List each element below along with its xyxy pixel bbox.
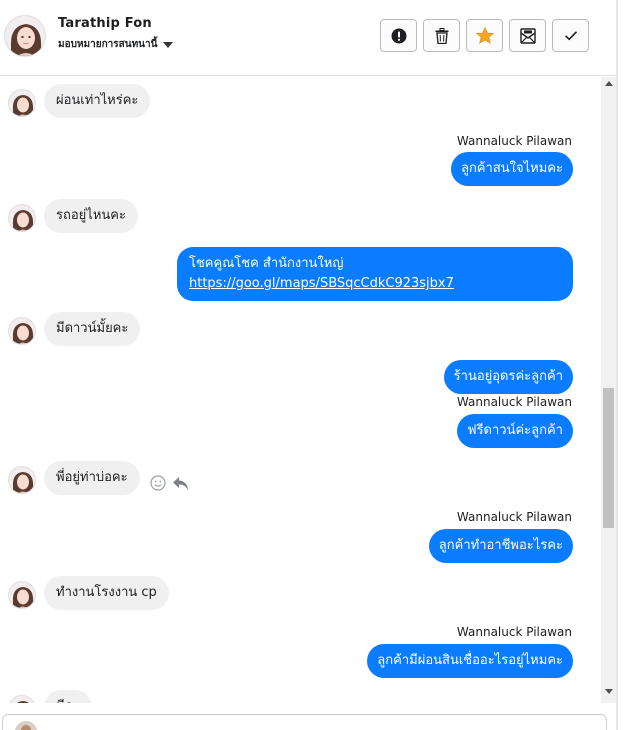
incoming-message[interactable]: พี่อยู่ท่าบ่อคะ: [44, 461, 140, 495]
delete-button[interactable]: [423, 19, 460, 52]
outgoing-message[interactable]: ลูกค้าสนใจไหมคะ: [451, 152, 573, 186]
message-actions: [150, 475, 189, 491]
react-emoji-icon[interactable]: [150, 475, 166, 491]
alert-icon: [391, 28, 406, 43]
panel-divider: [616, 0, 625, 730]
spam-button[interactable]: [380, 19, 417, 52]
sender-name: Wannaluck Pilawan: [456, 134, 572, 148]
conversation-header: Tarathip Fon มอบหมายการสนทนานี้: [0, 0, 616, 76]
outgoing-message[interactable]: โชคคูณโชค สำนักงานใหญ่ https://goo.gl/ma…: [177, 247, 573, 301]
page-avatar: [15, 721, 37, 730]
contact-avatar[interactable]: [4, 15, 46, 57]
scrollbar-thumb[interactable]: [603, 388, 614, 528]
sender-avatar: [8, 581, 36, 609]
assign-label: มอบหมายการสนทนานี้: [58, 39, 158, 50]
outgoing-message[interactable]: ฟรีดาวน์ค่ะลูกค้า: [457, 414, 573, 448]
sender-name: Wannaluck Pilawan: [456, 395, 572, 409]
message-thread[interactable]: ผ่อนเท่าไหร่คะ Wannaluck Pilawan ลูกค้าส…: [0, 77, 601, 703]
chevron-down-icon: [163, 42, 174, 48]
sender-avatar: [8, 466, 36, 494]
sender-avatar: [8, 695, 36, 703]
trash-icon: [435, 27, 448, 44]
sender-name: Wannaluck Pilawan: [456, 510, 572, 524]
assign-conversation-dropdown[interactable]: มอบหมายการสนทนานี้: [58, 37, 174, 52]
scroll-up-arrow-icon[interactable]: [605, 81, 613, 86]
sender-name: Wannaluck Pilawan: [456, 625, 572, 639]
thread-scrollbar[interactable]: [601, 77, 616, 703]
checkmark-icon: [564, 31, 577, 41]
sender-avatar: [8, 89, 36, 117]
incoming-message[interactable]: มีดาวน์มั้ยคะ: [44, 312, 141, 346]
outgoing-message[interactable]: ลูกค้ามีผ่อนสินเชื่ออะไรอยู่ไหมคะ: [367, 644, 573, 678]
incoming-message[interactable]: รถอยู่ไหนคะ: [44, 199, 138, 233]
mark-done-button[interactable]: [552, 19, 589, 52]
maps-link[interactable]: https://goo.gl/maps/SBSqcCdkC923sjbx7: [189, 274, 561, 294]
sender-avatar: [8, 204, 36, 232]
sender-avatar: [8, 317, 36, 345]
outgoing-message[interactable]: ร้านอยู่อุดรค่ะลูกค้า: [443, 360, 573, 394]
incoming-message[interactable]: ทำงานโรงงาน cp: [44, 576, 169, 610]
outgoing-message[interactable]: ลูกค้าทำอาชีพอะไรคะ: [428, 529, 573, 563]
contact-name: Tarathip Fon: [58, 16, 152, 31]
incoming-message[interactable]: ผ่อนเท่าไหร่คะ: [44, 84, 151, 118]
inbox-conversation-panel: Tarathip Fon มอบหมายการสนทนานี้ ผ่อนเท่า…: [0, 0, 625, 730]
mark-unread-button[interactable]: [509, 19, 546, 52]
message-text: โชคคูณโชค สำนักงานใหญ่: [189, 256, 344, 271]
scroll-down-arrow-icon[interactable]: [605, 689, 613, 694]
mark-unread-icon: [519, 27, 536, 44]
reply-icon[interactable]: [172, 476, 189, 491]
reply-composer[interactable]: [2, 714, 607, 730]
incoming-message[interactable]: มีคะ: [44, 690, 93, 703]
star-icon: [475, 27, 494, 44]
star-button[interactable]: [466, 19, 503, 52]
